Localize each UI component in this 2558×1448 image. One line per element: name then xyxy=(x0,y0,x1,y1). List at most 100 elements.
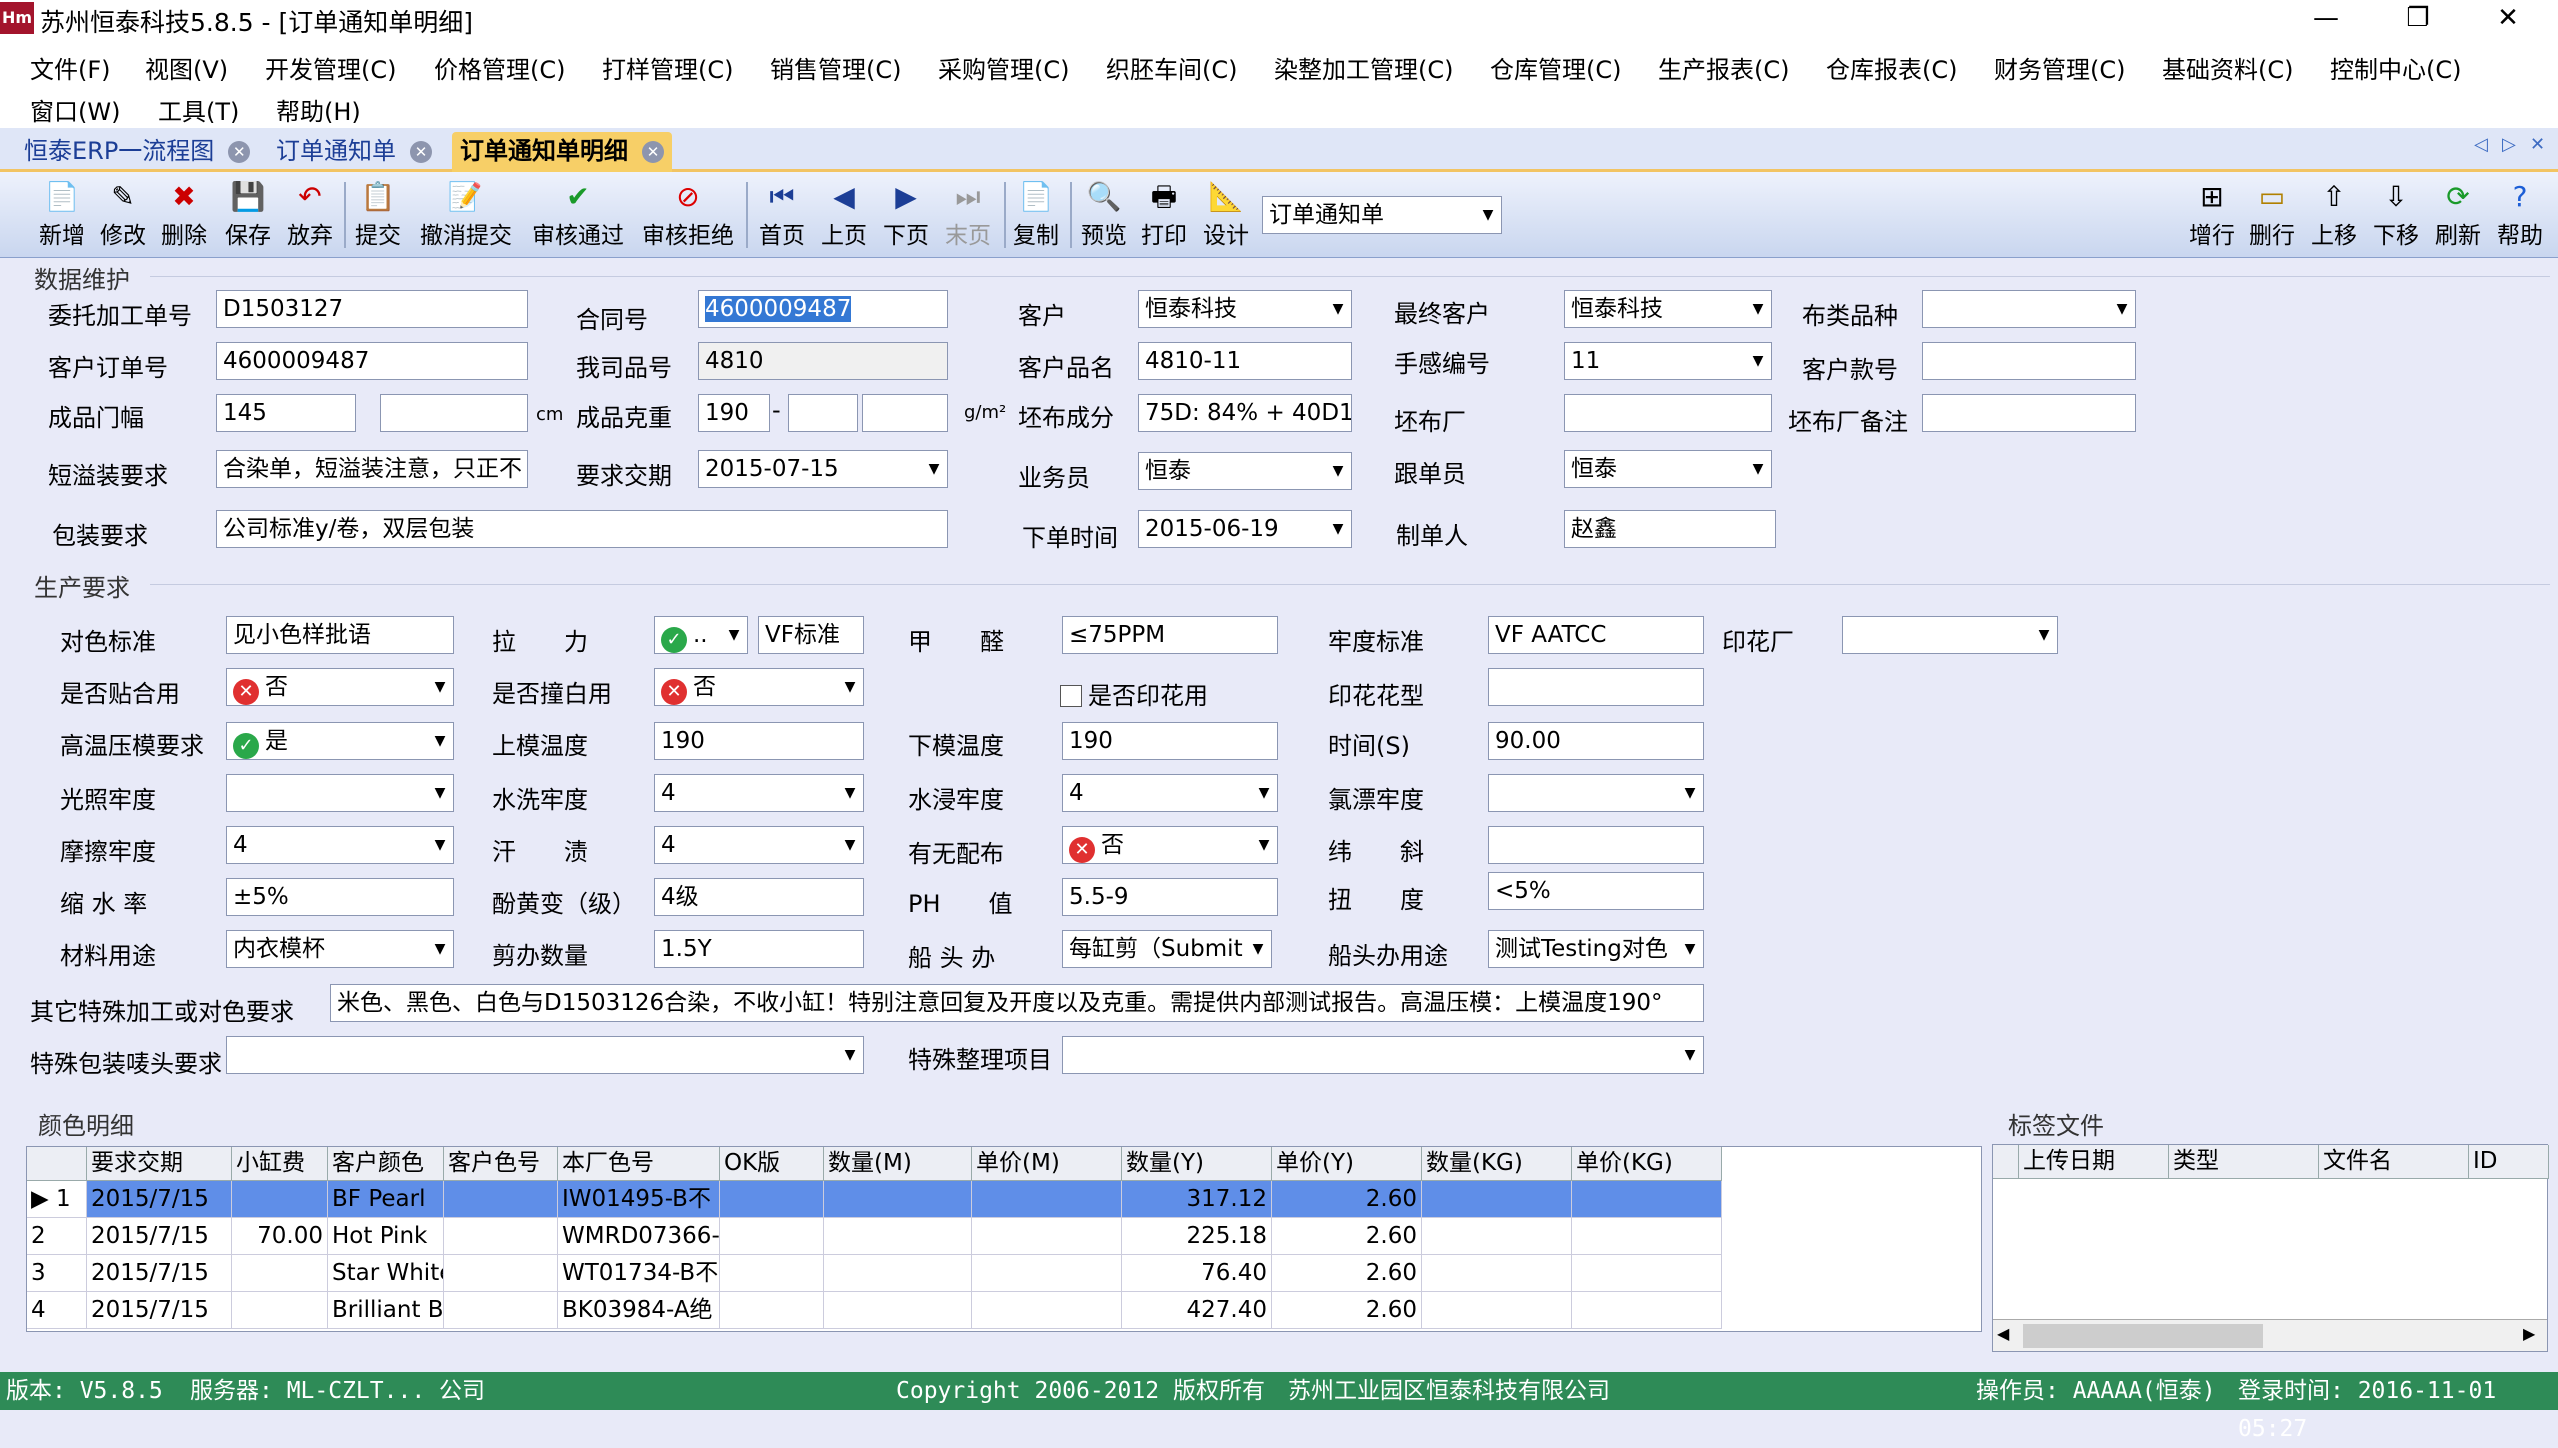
table-cell[interactable]: 2.60 xyxy=(1272,1181,1422,1218)
table-cell[interactable]: Star White xyxy=(328,1255,444,1292)
tab-order-notice[interactable]: 订单通知单 ✕ xyxy=(268,132,440,172)
sxld-select[interactable]: 4 ▼ xyxy=(654,774,864,812)
horizontal-scrollbar[interactable]: ◀ ▶ xyxy=(1993,1319,2547,1351)
tab-close-icon[interactable]: ✕ xyxy=(410,141,432,163)
col-header[interactable]: 数量(M) xyxy=(824,1147,972,1181)
tszl-select[interactable]: ▼ xyxy=(1062,1036,1704,1074)
yhhx-input[interactable] xyxy=(1488,668,1704,706)
table-cell[interactable] xyxy=(232,1292,328,1329)
table-cell[interactable] xyxy=(444,1218,558,1255)
wtjgdh-input[interactable]: D1503127 xyxy=(216,290,528,328)
sfzby-select[interactable]: ✕ 否 ▼ xyxy=(654,668,864,706)
ywpb-select[interactable]: ✕ 否 ▼ xyxy=(1062,826,1278,864)
table-cell[interactable]: 2015/7/15 xyxy=(87,1181,232,1218)
wx-input[interactable] xyxy=(1488,826,1704,864)
smwd-input[interactable]: 190 xyxy=(654,722,864,760)
col-header[interactable]: 上传日期 xyxy=(2019,1145,2169,1179)
minimize-button[interactable]: — xyxy=(2286,0,2366,38)
bzyq-input[interactable]: 公司标准y/卷，双层包装 xyxy=(216,510,948,548)
col-header[interactable]: 小缸费 xyxy=(232,1147,328,1181)
col-header[interactable]: 单价(KG) xyxy=(1572,1147,1722,1181)
table-cell[interactable] xyxy=(1422,1255,1572,1292)
close-button[interactable]: ✕ xyxy=(2468,0,2548,38)
menu-finance[interactable]: 财务管理(C) xyxy=(1994,50,2125,85)
restore-button[interactable]: ❐ xyxy=(2378,0,2458,38)
table-cell[interactable] xyxy=(720,1255,824,1292)
table-cell[interactable] xyxy=(720,1292,824,1329)
yqjq-date[interactable]: 2015-07-15 ▼ xyxy=(698,450,948,488)
move-down-button[interactable]: ⇩ 下移 xyxy=(2366,178,2426,256)
table-cell[interactable] xyxy=(972,1255,1122,1292)
qtts-input[interactable]: 米色、黑色、白色与D1503126合染，不收小缸！特别注意回复及开度以及克重。需… xyxy=(330,984,1704,1022)
tab-prev-icon[interactable]: ◁ xyxy=(2474,134,2488,155)
dsbz-input[interactable]: 见小色样批语 xyxy=(226,616,454,654)
sftzh-select[interactable]: ✕ 否 ▼ xyxy=(226,668,454,706)
ctbyt-select[interactable]: 测试Testing对色 ▼ xyxy=(1488,930,1704,968)
first-page-button[interactable]: ⏮ 首页 xyxy=(752,178,812,256)
blpz-select[interactable]: ▼ xyxy=(1922,290,2136,328)
revoke-button[interactable]: 📝 撤消提交 xyxy=(420,178,512,256)
pbc-input[interactable] xyxy=(1564,394,1772,432)
table-cell[interactable] xyxy=(1572,1255,1722,1292)
col-header[interactable]: 数量(Y) xyxy=(1122,1147,1272,1181)
ywy-select[interactable]: 恒泰 ▼ xyxy=(1138,452,1352,490)
approve-button[interactable]: ✔ 审核通过 xyxy=(530,178,626,256)
scroll-right-icon[interactable]: ▶ xyxy=(2523,1324,2535,1343)
ctb-select[interactable]: 每缸剪（Submit ▼ xyxy=(1062,930,1272,968)
hth-input[interactable]: 4600009487 xyxy=(698,290,948,328)
edit-button[interactable]: ✎ 修改 xyxy=(93,178,153,256)
jbsl-input[interactable]: 1.5Y xyxy=(654,930,864,968)
table-cell[interactable] xyxy=(972,1218,1122,1255)
zzkh-select[interactable]: 恒泰科技 ▼ xyxy=(1564,290,1772,328)
cpkz3-input[interactable] xyxy=(862,394,948,432)
table-cell[interactable]: Brilliant Blue xyxy=(328,1292,444,1329)
gzld-select[interactable]: ▼ xyxy=(226,774,454,812)
menu-window[interactable]: 窗口(W) xyxy=(30,92,120,127)
table-cell[interactable]: 70.00 xyxy=(232,1218,328,1255)
menu-dyeing[interactable]: 染整加工管理(C) xyxy=(1274,50,1453,85)
table-cell[interactable]: BF Pearl xyxy=(328,1181,444,1218)
pbcbz-input[interactable] xyxy=(1922,394,2136,432)
gdy-select[interactable]: 恒泰 ▼ xyxy=(1564,450,1772,488)
table-cell[interactable]: 317.12 xyxy=(1122,1181,1272,1218)
menu-price[interactable]: 价格管理(C) xyxy=(434,50,565,85)
xmwd-input[interactable]: 190 xyxy=(1062,722,1278,760)
menu-weaving[interactable]: 织胚车间(C) xyxy=(1106,50,1237,85)
print-button[interactable]: 🖶 打印 xyxy=(1134,178,1194,256)
tab-close-icon[interactable]: ✕ xyxy=(228,141,251,163)
prev-page-button[interactable]: ◀ 上页 xyxy=(814,178,874,256)
table-cell[interactable] xyxy=(1572,1218,1722,1255)
table-cell[interactable] xyxy=(1572,1292,1722,1329)
col-header[interactable]: 单价(M) xyxy=(972,1147,1122,1181)
col-header[interactable]: ID xyxy=(2469,1145,2549,1179)
cpmf2-input[interactable] xyxy=(380,394,528,432)
ll2-input[interactable]: VF标准 xyxy=(758,616,864,654)
xdsj-date[interactable]: 2015-06-19 ▼ xyxy=(1138,510,1352,548)
table-cell[interactable] xyxy=(824,1255,972,1292)
table-cell[interactable]: Hot Pink xyxy=(328,1218,444,1255)
clyt-select[interactable]: 内衣模杯 ▼ xyxy=(226,930,454,968)
sgbh-select[interactable]: 11 ▼ xyxy=(1564,342,1772,380)
table-cell[interactable] xyxy=(824,1292,972,1329)
refresh-button[interactable]: ⟳ 刷新 xyxy=(2428,178,2488,256)
table-cell[interactable]: 2.60 xyxy=(1272,1292,1422,1329)
table-cell[interactable] xyxy=(232,1181,328,1218)
ll-select[interactable]: ✓.. ▼ xyxy=(654,616,748,654)
table-cell[interactable]: 2015/7/15 xyxy=(87,1292,232,1329)
report-template-select[interactable]: 订单通知单 ▼ xyxy=(1262,196,1502,234)
table-cell[interactable]: 427.40 xyxy=(1122,1292,1272,1329)
col-header[interactable]: 客户色号 xyxy=(444,1147,558,1181)
tab-next-icon[interactable]: ▷ xyxy=(2502,134,2516,155)
col-header[interactable]: 单价(Y) xyxy=(1272,1147,1422,1181)
table-cell[interactable]: 225.18 xyxy=(1122,1218,1272,1255)
copy-button[interactable]: 📄 复制 xyxy=(1006,178,1066,256)
scroll-left-icon[interactable]: ◀ xyxy=(1997,1324,2009,1343)
menu-purchase[interactable]: 采购管理(C) xyxy=(938,50,1069,85)
wspm-input[interactable]: 4810 xyxy=(698,342,948,380)
table-cell[interactable] xyxy=(444,1181,558,1218)
khkh-input[interactable] xyxy=(1922,342,2136,380)
ldbz-input[interactable]: VF AATCC xyxy=(1488,616,1704,654)
col-header[interactable]: OK版 xyxy=(720,1147,824,1181)
submit-button[interactable]: 📋 提交 xyxy=(348,178,408,256)
last-page-button[interactable]: ⏭ 末页 xyxy=(938,178,998,256)
